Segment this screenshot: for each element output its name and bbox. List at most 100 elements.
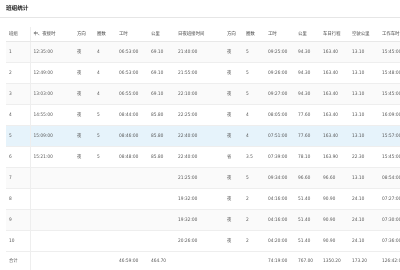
total-cell: 74:19:00 [265,252,295,270]
table-cell: 2 [243,189,265,210]
table-cell: 163.90 [320,147,349,168]
table-cell [94,189,116,210]
table-cell: 69.10 [148,63,175,84]
table-cell: 2 [243,231,265,252]
total-cell [243,252,265,270]
table-cell: 4 [94,63,116,84]
table-row[interactable]: 919:32:00夜204:16:0051.4090.9024.1007:30:… [6,210,400,231]
table-cell: 夜 [224,63,243,84]
table-row[interactable]: 414:55:00夜508:44:0085.8022:25:00夜408:05:… [6,105,400,126]
table-cell [148,189,175,210]
table-cell: 7 [6,168,30,189]
table-cell: 163.40 [320,42,349,63]
table-cell: 06:53:00 [116,42,148,63]
table-cell: 94.30 [295,42,320,63]
table-cell: 51.40 [295,231,320,252]
header-cell: 圈数 [94,27,116,42]
table-cell: 省 [224,147,243,168]
total-cell: 合计 [6,252,30,270]
table-cell: 04:16:00 [265,189,295,210]
table-cell: 08:48:00 [116,147,148,168]
total-cell [30,252,74,270]
table-cell: 16:09:00 [379,105,400,126]
table-cell: 8 [6,189,30,210]
header-cell: 中、夜接时 [30,27,74,42]
header-cell: 空驶公里 [349,27,379,42]
table-cell: 09:27:00 [265,84,295,105]
table-cell: 15:45:00 [379,84,400,105]
table-cell: 94.30 [295,63,320,84]
table-cell: 20:26:00 [175,231,224,252]
statistics-table: 班组 中、夜接时 方向 圈数 工时 公里 日夜班接时间 方向 圈数 工时 公里 … [6,27,400,270]
table-cell: 24.10 [349,231,379,252]
table-row[interactable]: 819:32:00夜204:16:0051.4090.9024.1007:27:… [6,189,400,210]
table-cell: 2 [6,63,30,84]
table-cell: 90.90 [320,231,349,252]
table-cell: 5 [243,63,265,84]
table-row[interactable]: 1020:26:00夜204:20:0051.4090.9024.1007:36… [6,231,400,252]
header-cell: 工时 [116,27,148,42]
table-row[interactable]: 313:03:00夜406:55:0069.1022:10:00夜509:27:… [6,84,400,105]
table-cell: 夜 [74,105,94,126]
table-cell: 5 [94,147,116,168]
table-cell: 4 [94,84,116,105]
table-cell: 04:20:00 [265,231,295,252]
total-cell [94,252,116,270]
header-cell: 工作车时 [379,27,400,42]
table-cell: 夜 [224,126,243,147]
table-cell: 12:49:00 [30,63,74,84]
table-cell: 5 [94,126,116,147]
table-row[interactable]: 112:35:00夜406:53:0069.1021:40:00夜509:25:… [6,42,400,63]
table-cell: 90.90 [320,210,349,231]
table-cell: 夜 [224,168,243,189]
table-row[interactable]: 212:49:00夜406:53:0069.1021:55:00夜509:26:… [6,63,400,84]
table-cell: 13:03:00 [30,84,74,105]
table-cell: 77.60 [295,105,320,126]
total-cell [175,252,224,270]
table-cell [148,168,175,189]
header-cell: 工时 [265,27,295,42]
table-cell: 3 [6,84,30,105]
table-cell: 90.90 [320,189,349,210]
table-cell [148,231,175,252]
table-cell: 22:40:00 [175,126,224,147]
table-cell: 22:10:00 [175,84,224,105]
table-cell: 3.5 [243,147,265,168]
table-cell: 夜 [224,84,243,105]
header-cell: 公里 [148,27,175,42]
table-cell: 15:45:00 [379,42,400,63]
table-cell: 07:36:00 [379,231,400,252]
table-cell: 51.40 [295,210,320,231]
table-cell [30,168,74,189]
table-cell [94,231,116,252]
table-cell: 15:57:00 [379,126,400,147]
table-cell: 04:16:00 [265,210,295,231]
table-cell: 21:55:00 [175,63,224,84]
table-cell: 85.80 [148,126,175,147]
table-row[interactable]: 721:25:00夜509:34:0096.6096.6013.1008:54:… [6,168,400,189]
table-cell: 21:40:00 [175,42,224,63]
table-cell: 4 [243,105,265,126]
table-row[interactable]: 615:21:00夜508:48:0085.8022:40:00省3.507:3… [6,147,400,168]
table-cell: 夜 [74,147,94,168]
table-cell: 78.10 [295,147,320,168]
table-cell: 163.40 [320,105,349,126]
table-cell: 4 [243,126,265,147]
table-cell: 96.60 [320,168,349,189]
table-cell: 07:30:00 [379,210,400,231]
page-title: 班组统计 [6,4,28,12]
table-row[interactable]: 515:09:00夜508:46:0085.8022:40:00夜407:51:… [6,126,400,147]
table-cell [116,189,148,210]
total-cell: 126:42:00 [379,252,400,270]
table-cell: 19:32:00 [175,210,224,231]
total-cell: 1350.20 [320,252,349,270]
table-cell: 4 [94,42,116,63]
header-cell: 圈数 [243,27,265,42]
table-cell [116,231,148,252]
total-cell: 46:59:00 [116,252,148,270]
table-cell: 163.40 [320,84,349,105]
total-cell [74,252,94,270]
table-cell: 10 [6,231,30,252]
table-cell [94,210,116,231]
table-header-row: 班组 中、夜接时 方向 圈数 工时 公里 日夜班接时间 方向 圈数 工时 公里 … [6,27,400,42]
